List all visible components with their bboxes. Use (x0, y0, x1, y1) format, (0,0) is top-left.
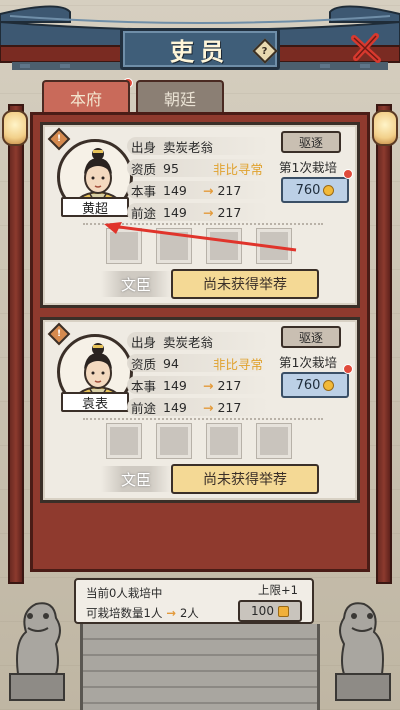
arrow-icon: → (203, 399, 214, 415)
divider (83, 418, 323, 420)
recommend-button[interactable]: 尚未获得举荐 (171, 269, 319, 299)
cultivate-button[interactable]: 760 (281, 372, 349, 398)
tutorial-arrow (104, 222, 297, 252)
stat-skill: 本事 149 → 217 (131, 182, 242, 199)
cost-value: 760 (295, 182, 321, 198)
dismiss-button[interactable]: 驱逐 (281, 131, 341, 153)
coin-icon (323, 184, 335, 196)
stairs (80, 624, 320, 710)
arrow-icon: → (166, 606, 176, 620)
stat-aptitude: 资质 94 非比寻常 (131, 355, 264, 372)
left-lantern (2, 110, 28, 146)
close-icon (351, 33, 381, 63)
cultivation-capacity: 可栽培数量1人 → 2人 (86, 606, 199, 620)
stat-prospect: 前途 149 → 217 (131, 399, 242, 416)
arrow-icon: → (203, 182, 214, 198)
cultivate-button[interactable]: 760 (281, 177, 349, 203)
stat-origin: 出身 卖炭老翁 (131, 334, 214, 350)
official-name: 袁表 (61, 392, 129, 412)
cultivate-count: 第1次栽培 (279, 355, 337, 370)
rank-badge: ! (47, 127, 71, 151)
right-lantern (372, 110, 398, 146)
dismiss-button[interactable]: 驱逐 (281, 326, 341, 348)
coin-icon (323, 379, 335, 391)
scroll-icon (277, 605, 289, 617)
cost-value: 760 (295, 377, 321, 393)
tab-label: 朝廷 (163, 90, 196, 109)
arrow-icon: → (203, 377, 214, 393)
item-slot[interactable] (257, 424, 291, 458)
tab-label: 本府 (69, 90, 102, 109)
tab-court[interactable]: 朝廷 (136, 80, 224, 114)
item-slot[interactable] (207, 424, 241, 458)
item-slot[interactable] (107, 424, 141, 458)
limit-label: 上限+1 (258, 583, 298, 597)
stat-skill: 本事 149 → 217 (131, 377, 242, 394)
current-cultivating: 当前0人栽培中 (86, 586, 163, 600)
page-title: 吏员 (170, 36, 230, 66)
increase-limit-button[interactable]: 100 (238, 600, 302, 622)
cultivate-count: 第1次栽培 (279, 160, 337, 175)
recommend-button[interactable]: 尚未获得举荐 (171, 464, 319, 494)
rank-badge: ! (47, 322, 71, 346)
stat-origin: 出身 卖炭老翁 (131, 139, 214, 155)
item-slot[interactable] (157, 424, 191, 458)
cultivation-panel: 当前0人栽培中 可栽培数量1人 → 2人 上限+1 100 (74, 578, 314, 624)
official-name: 黄超 (61, 197, 129, 217)
right-lion-statue-icon (335, 602, 391, 701)
left-lion-statue-icon (9, 602, 65, 701)
notification-dot (343, 169, 353, 179)
limit-cost: 100 (251, 604, 274, 618)
notification-dot (343, 364, 353, 374)
official-type: 文臣 (101, 271, 171, 297)
left-pillar (8, 104, 24, 584)
official-type: 文臣 (101, 466, 171, 492)
official-card: ! 袁表 出身 卖炭老翁 资质 94 非比寻常 本事 149 → 217 前途 149 →… (40, 317, 360, 503)
tab-local-office[interactable]: 本府 (42, 80, 130, 114)
help-icon: ? (262, 45, 268, 57)
official-card: ! 黄超 出身 卖炭老翁 资质 95 非比寻常 本事 149 → 217 前途 149 →… (40, 122, 360, 308)
stat-aptitude: 资质 95 非比寻常 (131, 160, 264, 177)
close-button[interactable] (348, 30, 384, 66)
right-pillar (376, 104, 392, 584)
